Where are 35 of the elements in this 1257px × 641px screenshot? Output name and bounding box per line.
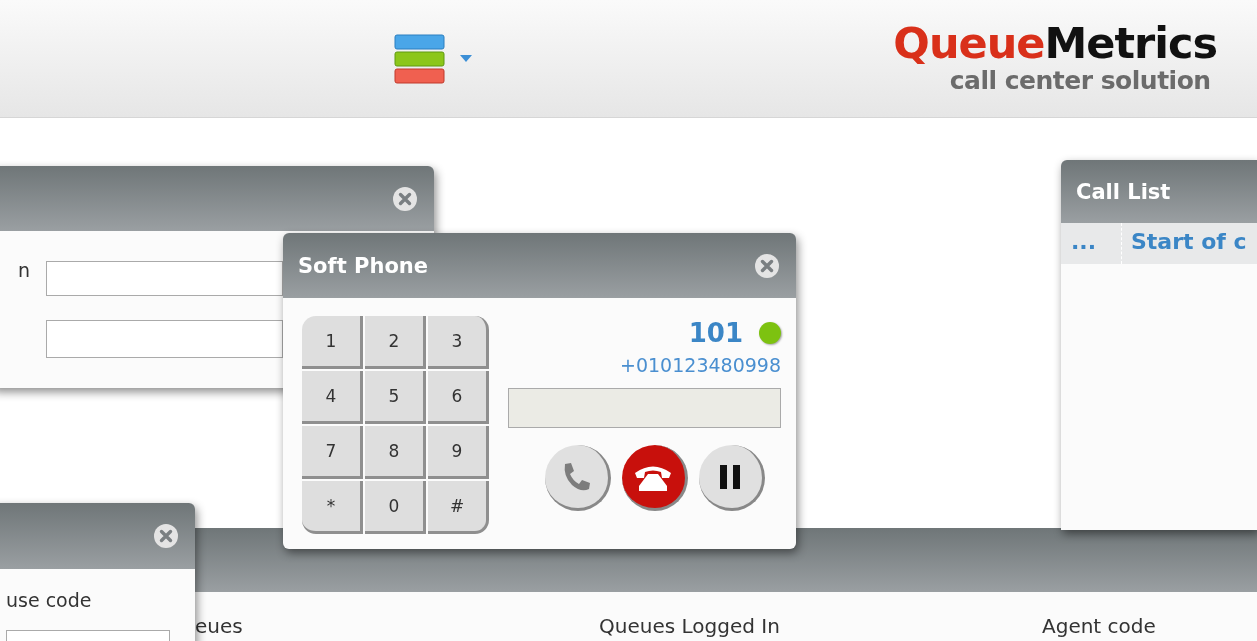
keypad-key[interactable]: 1 bbox=[302, 316, 363, 369]
panel-title: Soft Phone bbox=[298, 253, 429, 278]
keypad-key[interactable]: 3 bbox=[428, 316, 489, 369]
menu-icon[interactable] bbox=[394, 33, 446, 84]
column-header: ... bbox=[1071, 229, 1097, 254]
logo-text: Queue bbox=[893, 18, 1045, 67]
close-icon[interactable] bbox=[754, 252, 780, 279]
caret-icon[interactable] bbox=[460, 55, 472, 62]
pause-icon bbox=[719, 464, 741, 489]
logo-tagline: call center solution bbox=[949, 66, 1211, 95]
extension-number: 101 bbox=[688, 318, 743, 348]
phone-number: +010123480998 bbox=[620, 354, 781, 376]
keypad-key[interactable]: 2 bbox=[365, 316, 426, 369]
close-icon[interactable] bbox=[392, 185, 418, 212]
keypad-key[interactable]: 8 bbox=[365, 426, 426, 479]
input-field[interactable] bbox=[46, 261, 283, 296]
column-header: Queues Logged In bbox=[599, 614, 780, 638]
keypad-key[interactable]: 4 bbox=[302, 371, 363, 424]
keypad-key[interactable]: 7 bbox=[302, 426, 363, 479]
field-label: use code bbox=[6, 589, 92, 611]
column-header: eues bbox=[195, 614, 243, 638]
close-icon[interactable] bbox=[153, 523, 179, 549]
keypad-key[interactable]: # bbox=[428, 481, 489, 534]
dial-field[interactable] bbox=[508, 388, 781, 428]
input-field[interactable] bbox=[46, 320, 283, 358]
keypad-key[interactable]: 0 bbox=[365, 481, 426, 534]
column-header: Agent code bbox=[1042, 614, 1156, 638]
logo-text: Metrics bbox=[1044, 18, 1217, 67]
keypad-key[interactable]: 5 bbox=[365, 371, 426, 424]
panel-title: Call List bbox=[1076, 179, 1172, 204]
keypad-key[interactable]: 9 bbox=[428, 426, 489, 479]
field-label: n bbox=[18, 259, 31, 281]
column-header: Start of c bbox=[1131, 229, 1247, 254]
keypad-key[interactable]: 6 bbox=[428, 371, 489, 424]
keypad-key[interactable]: * bbox=[302, 481, 363, 534]
